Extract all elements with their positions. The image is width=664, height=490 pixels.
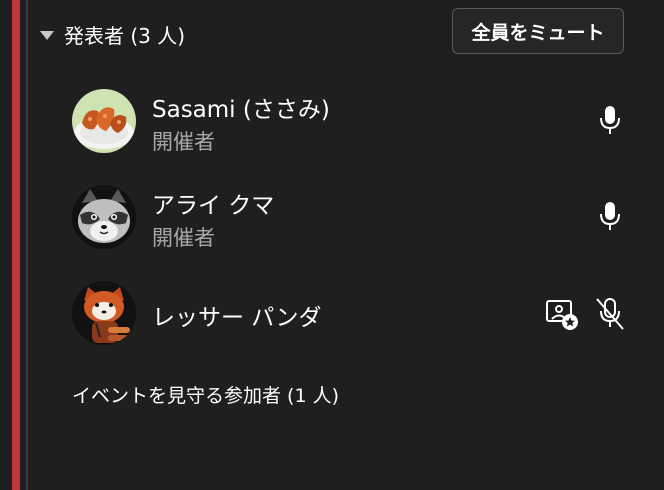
- participant-row[interactable]: アライ クマ 開催者: [70, 182, 660, 252]
- participant-role: 開催者: [152, 130, 215, 154]
- mic-icon[interactable]: [592, 101, 628, 141]
- mic-off-icon[interactable]: [592, 294, 628, 334]
- attendees-section-title[interactable]: イベントを見守る参加者 (1 人): [72, 381, 339, 408]
- participant-row[interactable]: Sasami (ささみ) 開催者: [70, 86, 660, 156]
- accent-divider: [26, 0, 28, 490]
- participant-name: アライ クマ: [152, 193, 275, 219]
- mic-icon[interactable]: [592, 197, 628, 237]
- participant-role: 開催者: [152, 226, 215, 250]
- spotlight-icon[interactable]: [544, 294, 580, 334]
- participant-name: レッサー パンダ: [152, 305, 322, 331]
- raccoon-avatar: [72, 185, 136, 249]
- mute-all-button[interactable]: 全員をミュート: [452, 8, 624, 54]
- accent-red-stripe: [12, 0, 20, 490]
- red-panda-avatar: [72, 281, 136, 345]
- participant-row[interactable]: レッサー パンダ: [70, 278, 660, 348]
- presenters-section-title: 発表者 (3 人): [64, 23, 186, 48]
- caret-down-icon: [40, 30, 54, 40]
- fried-food-avatar: [72, 89, 136, 153]
- presenters-section-header[interactable]: 発表者 (3 人): [40, 14, 185, 54]
- participant-name: Sasami (ささみ): [152, 97, 330, 123]
- left-accent-bar: [0, 0, 28, 490]
